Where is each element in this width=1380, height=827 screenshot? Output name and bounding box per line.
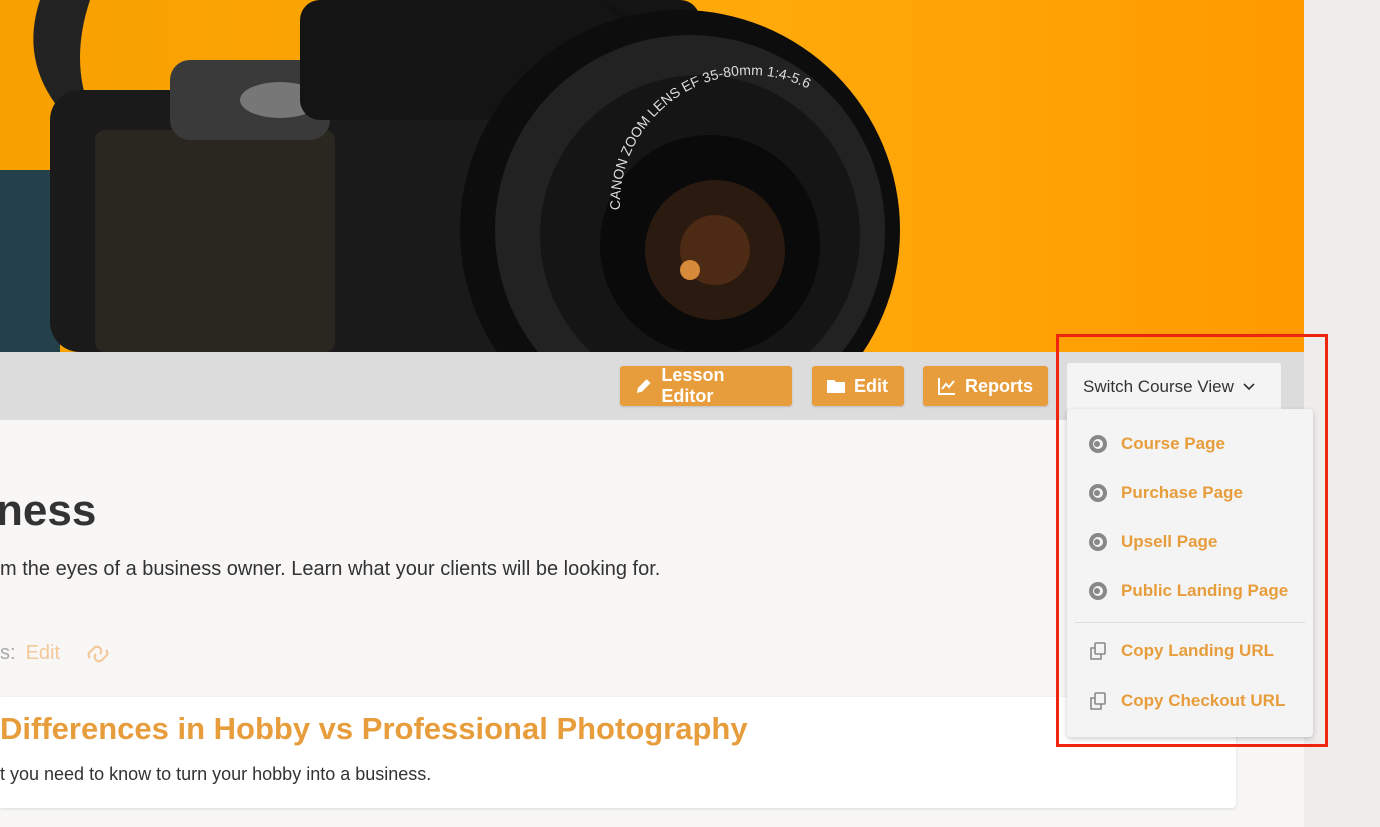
switch-course-view-label: Switch Course View xyxy=(1083,377,1234,396)
lesson-editor-button[interactable]: Lesson Editor xyxy=(620,365,792,406)
camera-photo: CANON ZOOM LENS EF 35-80mm 1:4-5.6 xyxy=(0,0,900,352)
eye-icon xyxy=(1089,582,1107,600)
reports-button[interactable]: Reports xyxy=(923,366,1048,406)
reports-label: Reports xyxy=(965,375,1034,396)
course-title: ness xyxy=(0,486,97,535)
edit-button[interactable]: Edit xyxy=(812,366,904,406)
copy-icon xyxy=(1090,642,1106,660)
menu-item-label: Public Landing Page xyxy=(1121,581,1289,600)
menu-item-label: Copy Checkout URL xyxy=(1121,691,1286,710)
folder-icon xyxy=(827,380,845,393)
menu-divider xyxy=(1075,622,1305,623)
course-description: m the eyes of a business owner. Learn wh… xyxy=(0,558,661,580)
eye-icon xyxy=(1089,435,1107,453)
copy-icon xyxy=(1090,692,1106,710)
menu-item-label: Upsell Page xyxy=(1121,532,1218,551)
menu-item-label: Purchase Page xyxy=(1121,483,1243,502)
menu-item-purchase-page[interactable]: Purchase Page xyxy=(1087,482,1243,504)
lesson-description: t you need to know to turn your hobby in… xyxy=(0,764,432,784)
lesson-editor-label: Lesson Editor xyxy=(661,365,725,406)
menu-item-upsell-page[interactable]: Upsell Page xyxy=(1087,531,1217,553)
eye-icon xyxy=(1089,533,1107,551)
menu-item-public-landing-page[interactable]: Public Landing Page xyxy=(1087,580,1288,602)
menu-item-copy-landing-url[interactable]: Copy Landing URL xyxy=(1087,640,1274,662)
menu-item-label: Course Page xyxy=(1121,434,1225,453)
menu-item-copy-checkout-url[interactable]: Copy Checkout URL xyxy=(1087,690,1285,712)
pencil-icon xyxy=(636,379,651,393)
course-hero-image: CANON ZOOM LENS EF 35-80mm 1:4-5.6 xyxy=(0,0,1304,352)
link-icon[interactable] xyxy=(84,643,112,665)
chevron-down-icon xyxy=(1243,383,1255,391)
eye-icon xyxy=(1089,484,1107,502)
meta-label: s: xyxy=(0,642,16,664)
lesson-card: Differences in Hobby vs Professional Pho… xyxy=(0,697,1236,808)
meta-edit-link[interactable]: Edit xyxy=(26,642,60,665)
menu-item-course-page[interactable]: Course Page xyxy=(1087,433,1225,455)
edit-label: Edit xyxy=(854,375,888,396)
lesson-title-link[interactable]: Differences in Hobby vs Professional Pho… xyxy=(0,711,748,747)
switch-course-view-menu: Course Page Purchase Page Upsell Page Pu… xyxy=(1067,409,1313,737)
course-meta: s: Edit xyxy=(0,642,112,665)
switch-course-view-dropdown[interactable]: Switch Course View xyxy=(1067,363,1281,411)
menu-item-label: Copy Landing URL xyxy=(1121,641,1274,660)
chart-line-icon xyxy=(938,378,955,395)
